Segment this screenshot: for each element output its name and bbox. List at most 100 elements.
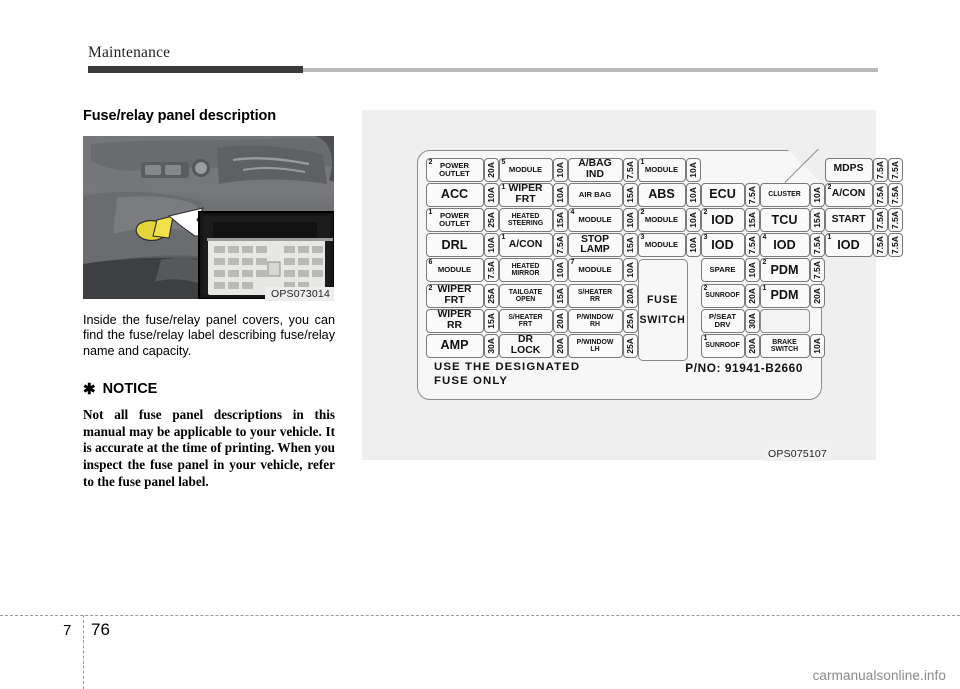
fuse-amp-value: 15A	[747, 212, 757, 228]
fuse-name-label: AMP	[427, 335, 483, 357]
fuse-panel-photo-figure: OPS073014	[83, 136, 334, 301]
fuse-name-cell: P/WINDOW RH	[567, 308, 623, 333]
fuse-name-line: BRAKE	[772, 338, 797, 346]
fuse-amp-cell: 10A	[552, 258, 568, 283]
fuse-name-label: AIR BAG	[569, 184, 622, 206]
fuse-amp-cell: 10A	[483, 233, 499, 258]
fuse-amp-cell: 10A	[685, 207, 701, 232]
fuse-amp-cell: 7.5A	[887, 233, 903, 258]
fuse-amp-cell: 20A	[622, 283, 638, 308]
fuse-amp-value: 7.5A	[812, 261, 822, 280]
fuse-amp-cell: 15A	[622, 233, 638, 258]
fuse-index-superscript: 4	[570, 208, 575, 216]
fuse-name-cell: P/SEAT DRV	[700, 308, 745, 333]
fuse-name-label: SUNROOF	[702, 335, 744, 357]
designated-fuse-note: USE THE DESIGNATED FUSE ONLY	[434, 361, 580, 388]
fuse-name-line: SPARE	[709, 265, 736, 275]
designated-fuse-note-line1: USE THE DESIGNATED	[434, 361, 581, 374]
fuse-name-label: WIPER FRT	[427, 285, 483, 307]
fuse-amp-column: 7.5A 7.5A 7.5A 7.5A	[872, 157, 888, 258]
fuse-amp-value: 7.5A	[890, 160, 900, 179]
fuse-name-label: POWER OUTLET	[427, 209, 483, 231]
fuse-amp-cell: 7.5A	[622, 157, 638, 182]
fuse-amp-cell: 15A	[483, 308, 499, 333]
fuse-name-cell: MDPS	[824, 157, 873, 182]
fuse-amp-column: 20A 10A 25A 10A 7.5A 25A 15A 30A	[483, 157, 499, 359]
fuse-name-line: OPEN	[515, 295, 536, 303]
fuse-amp-value: 7.5A	[875, 185, 885, 204]
fuse-name-line: ECU	[709, 187, 736, 202]
fuse-name-line: IND	[586, 168, 604, 180]
fuse-name-line: FRT	[515, 193, 536, 205]
fuse-name-cell: 1 SUNROOF	[700, 333, 745, 358]
fuse-switch-label-line1: FUSE	[646, 293, 679, 306]
fuse-name-cell: ABS	[637, 182, 686, 207]
footer-page-number: 76	[91, 620, 110, 639]
fuse-index-superscript: 1	[501, 234, 506, 242]
fuse-name-cell: 1 MODULE	[637, 157, 686, 182]
fuse-amp-value: 10A	[688, 212, 698, 228]
fuse-name-label: MODULE	[639, 159, 685, 181]
fuse-name-cell: A/BAG IND	[567, 157, 623, 182]
fuse-amp-cell: 7.5A	[887, 157, 903, 182]
fuse-amp-cell: 25A	[483, 283, 499, 308]
fuse-name-cell: 1 POWER OUTLET	[425, 207, 484, 232]
fuse-amp-value: 20A	[555, 312, 565, 329]
fuse-name-line: SUNROOF	[705, 342, 740, 350]
fuse-amp-cell: 10A	[685, 233, 701, 258]
fuse-amp-cell: 20A	[483, 157, 499, 182]
fuse-amp-cell: 25A	[622, 333, 638, 358]
fuse-name-cell: 4 MODULE	[567, 207, 623, 232]
fuse-grid-gap	[810, 309, 825, 333]
fuse-name-cell: 1 WIPER FRT	[498, 182, 553, 207]
fuse-name-label: ACC	[427, 184, 483, 206]
fuse-name-cell: 3 IOD	[700, 233, 745, 258]
fuse-name-cell: ACC	[425, 182, 484, 207]
fuse-name-label: ECU	[702, 184, 744, 206]
fuse-amp-value: 10A	[486, 186, 496, 203]
fuse-name-label: MODULE	[500, 159, 552, 181]
fuse-name-line: OUTLET	[439, 218, 470, 228]
fuse-amp-column: 7.5A 7.5A 7.5A 7.5A	[887, 157, 903, 258]
fuse-name-label: CLUSTER	[761, 184, 809, 206]
fuse-name-line: IOD	[773, 237, 796, 252]
fuse-name-line: ACC	[440, 187, 469, 202]
fuse-amp-value: 7.5A	[747, 236, 757, 255]
fuse-name-line: LH	[590, 345, 600, 353]
fuse-name-cell: START	[824, 207, 873, 232]
fuse-amp-value: 10A	[555, 161, 565, 178]
fuse-name-cell: STOP LAMP	[567, 233, 623, 258]
fuse-amp-value: 7.5A	[486, 261, 496, 280]
fuse-index-superscript: 1	[501, 183, 506, 191]
fuse-amp-value: 7.5A	[812, 236, 822, 255]
fuse-name-label: A/CON	[826, 184, 872, 206]
fuse-name-line: LAMP	[580, 244, 610, 256]
fuse-amp-cell: 15A	[744, 207, 760, 232]
fuse-name-cell: 2 PDM	[759, 258, 810, 283]
fuse-name-line: MIRROR	[511, 270, 540, 278]
fuse-name-label: A/BAG IND	[569, 159, 622, 181]
fuse-amp-cell: 20A	[809, 283, 825, 308]
fuse-name-line: PDM	[770, 288, 799, 303]
fuse-amp-column: 7.5A 15A 10A 15A 10A 20A 25A 25A	[622, 157, 638, 359]
fuse-name-label: PDM	[761, 259, 809, 281]
fuse-name-line: MODULE	[437, 265, 472, 275]
fuse-name-column: MDPS 2 A/CON START 1 IOD	[824, 157, 873, 258]
fuse-name-label: S/HEATER FRT	[500, 310, 552, 332]
fuse-grid-gap	[745, 158, 760, 182]
fuse-name-label: TAILGATE OPEN	[500, 285, 552, 307]
fuse-amp-cell: 7.5A	[872, 182, 888, 207]
fuse-amp-value: 15A	[555, 287, 565, 304]
diagram-caption: OPS075107	[764, 447, 832, 461]
fuse-amp-cell: 20A	[744, 333, 760, 358]
fuse-name-line: RR	[590, 295, 600, 303]
fuse-index-superscript: 2	[640, 208, 645, 216]
fuse-amp-cell: 7.5A	[744, 182, 760, 207]
fuse-grid: 2 POWER OUTLET ACC 1 POWER OUTLET DRL 6 MODULE 2 WI…	[425, 157, 903, 362]
fuse-amp-value: 25A	[625, 312, 635, 329]
fuse-name-line: MODULE	[644, 215, 679, 225]
fuse-name-column: A/BAG IND AIR BAG 4 MODULE STOP LAMP 7 MODULE S/H…	[567, 157, 623, 359]
fuse-name-line: FRT	[444, 294, 465, 306]
fuse-amp-cell: 7.5A	[744, 233, 760, 258]
fuse-grid-gap	[701, 158, 745, 182]
